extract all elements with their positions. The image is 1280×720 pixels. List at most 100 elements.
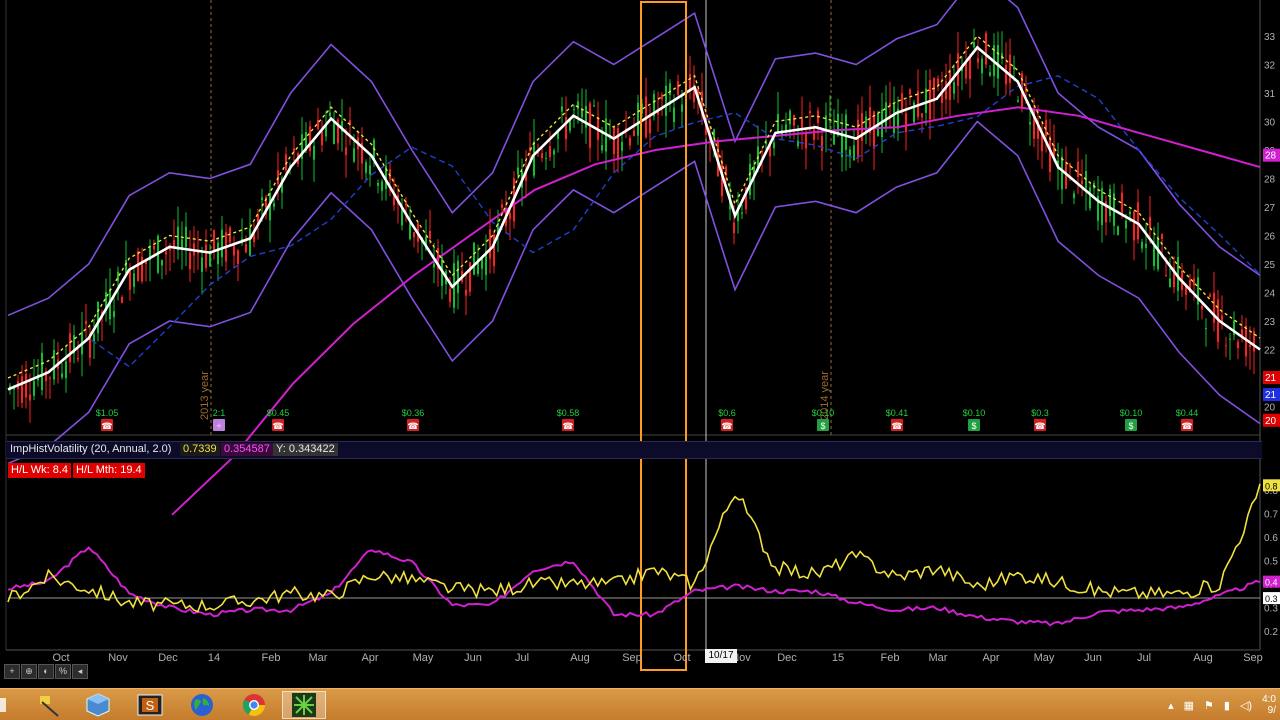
candlestick-body: [489, 229, 491, 259]
study-header[interactable]: ImpHistVolatility (20, Annual, 2.0) 0.73…: [6, 441, 1262, 459]
fast-ma-dashed-line: [7, 34, 1261, 379]
candlestick-body: [433, 263, 435, 268]
tray-window-icon[interactable]: ▦: [1184, 699, 1194, 712]
candlestick-body: [53, 350, 55, 380]
candlestick-body: [309, 126, 311, 152]
volatility-axis-label: 0.3: [1264, 604, 1278, 615]
taskbar-pen-tool[interactable]: [26, 691, 70, 719]
style-button[interactable]: ◐: [38, 664, 54, 679]
candlestick-body: [741, 212, 743, 214]
candlestick-body: [945, 81, 947, 100]
candlestick-body: [621, 142, 623, 151]
candlestick-body: [1213, 292, 1215, 323]
candlestick-body: [61, 373, 63, 378]
taskbar-thinkorswim[interactable]: [282, 691, 326, 719]
taskbar-cube-app[interactable]: [76, 691, 120, 719]
candlestick-body: [573, 109, 575, 111]
candlestick-body: [201, 257, 203, 272]
candlestick-body: [481, 258, 483, 269]
month-label: Nov: [108, 652, 128, 664]
volatility-tag-label: 0.3: [1265, 594, 1278, 604]
price-axis-label: 24: [1264, 289, 1276, 300]
windows-taskbar: S ▴ ▦ ⚑ ▮ ◁) 4:0 9/: [0, 688, 1280, 720]
month-label: Dec: [777, 652, 797, 664]
candlestick-body: [829, 113, 831, 116]
candlestick-body: [41, 352, 43, 391]
candlestick-body: [981, 58, 983, 74]
cursor-y-value: Y: 0.343422: [273, 443, 338, 456]
price-axis-label: 27: [1264, 203, 1276, 214]
clock-time: 4:0: [1262, 694, 1276, 705]
candlestick-body: [921, 113, 923, 118]
crosshair-button[interactable]: ⊕: [21, 664, 37, 679]
phone-event-icon-glyph: ☎: [891, 421, 902, 431]
candlestick-body: [1005, 64, 1007, 85]
candlestick-body: [77, 357, 79, 360]
month-label: Mar: [309, 652, 328, 664]
candlestick-body: [1201, 305, 1203, 310]
volatility-axis-label: 0.6: [1264, 533, 1278, 544]
candlestick-body: [1193, 278, 1195, 286]
candlestick-body: [793, 115, 795, 126]
candlestick-body: [797, 140, 799, 147]
candlestick-body: [997, 45, 999, 79]
candlestick-body: [69, 333, 71, 362]
marker-label: $0.10: [963, 408, 986, 418]
month-label: Jul: [515, 652, 529, 664]
scroll-left-button[interactable]: ◂: [72, 664, 88, 679]
zoom-in-button[interactable]: +: [4, 664, 20, 679]
system-tray: ▴ ▦ ⚑ ▮ ◁) 4:0 9/: [1168, 689, 1276, 720]
historical-volatility-line: [7, 546, 1261, 627]
candlestick-body: [517, 167, 519, 175]
price-axis-label: 33: [1264, 32, 1276, 43]
candlestick-body: [561, 106, 563, 112]
candlestick-body: [1077, 161, 1079, 178]
tray-volume-icon[interactable]: ◁): [1240, 699, 1252, 712]
candlestick-body: [1209, 294, 1211, 297]
volatility-axis-label: 0.2: [1264, 627, 1278, 638]
tray-flag-icon[interactable]: ⚑: [1204, 699, 1214, 712]
clock[interactable]: 4:0 9/: [1262, 694, 1276, 716]
volatility-lines: 0.80.70.60.50.40.30.20.80.40.3: [7, 479, 1280, 638]
candlestick-body: [501, 204, 503, 208]
candlestick-body: [429, 230, 431, 239]
candlestick-body: [161, 260, 163, 266]
candlestick-body: [49, 377, 51, 379]
marker-label: $0.44: [1176, 408, 1199, 418]
cube-icon: [86, 693, 110, 717]
candlestick-body: [25, 373, 27, 398]
candlestick-body: [977, 58, 979, 63]
candlestick-body: [217, 242, 219, 265]
tray-arrow-icon[interactable]: ▴: [1168, 699, 1174, 712]
percent-button[interactable]: %: [55, 664, 71, 679]
marker-label: 2:1: [213, 408, 226, 418]
tray-network-icon[interactable]: ▮: [1224, 699, 1230, 712]
candlestick-body: [533, 141, 535, 176]
study-name[interactable]: ImpHistVolatility (20, Annual, 2.0): [10, 443, 171, 455]
price-chart[interactable]: 2013 year 2014 year $1.05☎2:1÷$0.45☎$0.36…: [0, 0, 1280, 688]
month-label: 14: [208, 652, 220, 664]
marker-label: $0.45: [267, 408, 290, 418]
hl-week-badge: H/L Wk: 8.4: [8, 463, 72, 478]
fast-ma-line: [7, 45, 1261, 391]
phone-event-icon-glyph: ☎: [562, 421, 573, 431]
candlestick-body: [1249, 344, 1251, 348]
month-label: Apr: [982, 652, 999, 664]
taskbar-s-app[interactable]: S: [128, 691, 172, 719]
candlestick-body: [1149, 216, 1151, 228]
candlestick-body: [221, 229, 223, 258]
start-button[interactable]: [0, 691, 10, 719]
phone-event-icon-glyph: ☎: [101, 421, 112, 431]
cursor-date-label: 10/17: [705, 649, 737, 663]
candlestick-body: [249, 228, 251, 256]
taskbar-globe-app[interactable]: [180, 691, 224, 719]
candlestick-body: [473, 242, 475, 275]
candlestick-body: [1237, 341, 1239, 349]
candlestick-body: [1081, 180, 1083, 185]
candlestick-body: [789, 110, 791, 125]
candlestick-body: [545, 158, 547, 160]
candlestick-body: [273, 203, 275, 207]
phone-event-icon-glyph: ☎: [407, 421, 418, 431]
candlestick-body: [749, 163, 751, 196]
taskbar-chrome[interactable]: [232, 691, 276, 719]
